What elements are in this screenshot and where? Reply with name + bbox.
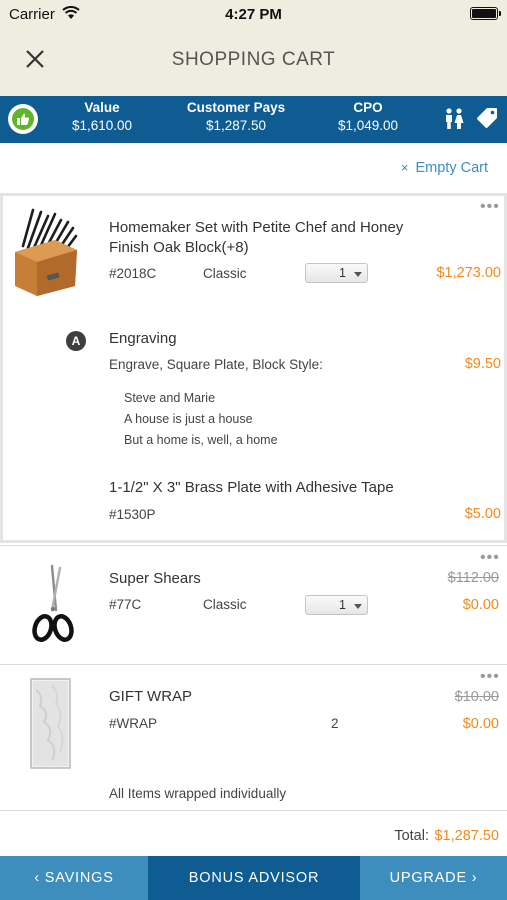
shears-image: [32, 564, 74, 642]
customer-pays-metric: Customer Pays $1,287.50: [180, 100, 292, 133]
quantity-value: 2: [331, 716, 339, 731]
product-name-line1: Homemaker Set with Petite Chef and Honey: [109, 219, 404, 236]
empty-cart-button[interactable]: × Empty Cart: [401, 160, 488, 176]
quantity-select[interactable]: 1: [305, 595, 368, 615]
value-label: Value: [84, 100, 120, 115]
original-price: $10.00: [454, 689, 499, 705]
product-sku: #77C: [109, 597, 142, 612]
addon-sku: #1530P: [109, 507, 156, 522]
product-price: $0.00: [462, 597, 499, 613]
header-area: Carrier 4:27 PM SHOPPING CART: [0, 0, 507, 96]
tag-icon[interactable]: [475, 106, 499, 130]
cpo-amount: $1,049.00: [337, 118, 399, 133]
product-name[interactable]: GIFT WRAP: [109, 687, 192, 707]
engraving-badge-icon: A: [66, 331, 86, 351]
quantity-value: 1: [339, 266, 346, 280]
product-name-line2: Finish Oak Block(+8): [109, 239, 249, 256]
product-price: $1,273.00: [436, 265, 501, 281]
bonus-advisor-button[interactable]: BONUS ADVISOR: [148, 856, 360, 900]
cart-item-shears: ••• Super Shears #77C Classic 1 $112.00 …: [0, 545, 507, 663]
product-sku: #2018C: [109, 266, 157, 281]
gift-wrap-note: All Items wrapped individually: [109, 786, 287, 801]
product-style: Classic: [203, 266, 247, 281]
engraving-line-1: Steve and Marie: [124, 391, 216, 405]
more-options-icon[interactable]: •••: [480, 668, 500, 686]
engraving-price: $9.50: [464, 356, 501, 372]
empty-cart-label: Empty Cart: [415, 160, 488, 176]
addon-name[interactable]: 1-1/2" X 3" Brass Plate with Adhesive Ta…: [109, 478, 394, 498]
total-label: Total:: [394, 828, 429, 844]
clear-icon: ×: [400, 160, 409, 175]
summary-bar: Value $1,610.00 Customer Pays $1,287.50 …: [0, 96, 507, 143]
thumbs-up-button[interactable]: [8, 104, 38, 134]
cpo-label: CPO: [353, 100, 383, 115]
engraving-description: Engrave, Square Plate, Block Style:: [109, 357, 323, 372]
product-name[interactable]: Super Shears: [109, 569, 201, 589]
cart-item-gift-wrap: ••• GIFT WRAP #WRAP 2 $10.00 $0.00 All I…: [0, 664, 507, 810]
thumbs-up-icon: [12, 108, 34, 130]
engraving-title: Engraving: [109, 330, 177, 347]
savings-button[interactable]: ‹ SAVINGS: [0, 856, 148, 900]
total-amount: $1,287.50: [434, 828, 499, 844]
customer-pays-amount: $1,287.50: [205, 118, 267, 133]
page-title: SHOPPING CART: [171, 49, 336, 70]
original-price: $112.00: [447, 570, 499, 586]
cart-item-knife-set: ••• Homemaker Set with Petite Chef and H…: [0, 193, 507, 543]
more-options-icon[interactable]: •••: [480, 198, 500, 216]
more-options-icon[interactable]: •••: [480, 549, 500, 567]
engraving-line-2: A house is just a house: [124, 412, 253, 426]
value-metric: Value $1,610.00: [52, 100, 152, 133]
cpo-metric: CPO $1,049.00: [318, 100, 418, 133]
product-style: Classic: [203, 597, 247, 612]
quantity-select[interactable]: 1: [305, 263, 368, 283]
customer-pays-label: Customer Pays: [186, 100, 286, 115]
chevron-down-icon: [354, 272, 362, 277]
addon-price: $5.00: [464, 506, 501, 522]
value-amount: $1,610.00: [71, 118, 133, 133]
gift-wrap-image: [30, 678, 71, 769]
upgrade-button[interactable]: UPGRADE ›: [360, 856, 507, 900]
cart-total: Total: $1,287.50: [0, 810, 507, 856]
chevron-down-icon: [354, 604, 362, 609]
battery-icon: [470, 7, 501, 20]
product-price: $0.00: [462, 716, 499, 732]
product-sku: #WRAP: [109, 716, 158, 731]
quantity-value: 1: [339, 598, 346, 612]
bottom-nav: ‹ SAVINGS BONUS ADVISOR UPGRADE ›: [0, 856, 507, 900]
clock: 4:27 PM: [225, 6, 282, 23]
engraving-line-3: But a home is, well, a home: [124, 433, 278, 447]
product-name[interactable]: Homemaker Set with Petite Chef and Honey…: [109, 218, 403, 258]
status-bar: Carrier 4:27 PM: [0, 0, 507, 30]
people-icon[interactable]: [442, 107, 466, 131]
knife-block-image: [15, 208, 78, 296]
